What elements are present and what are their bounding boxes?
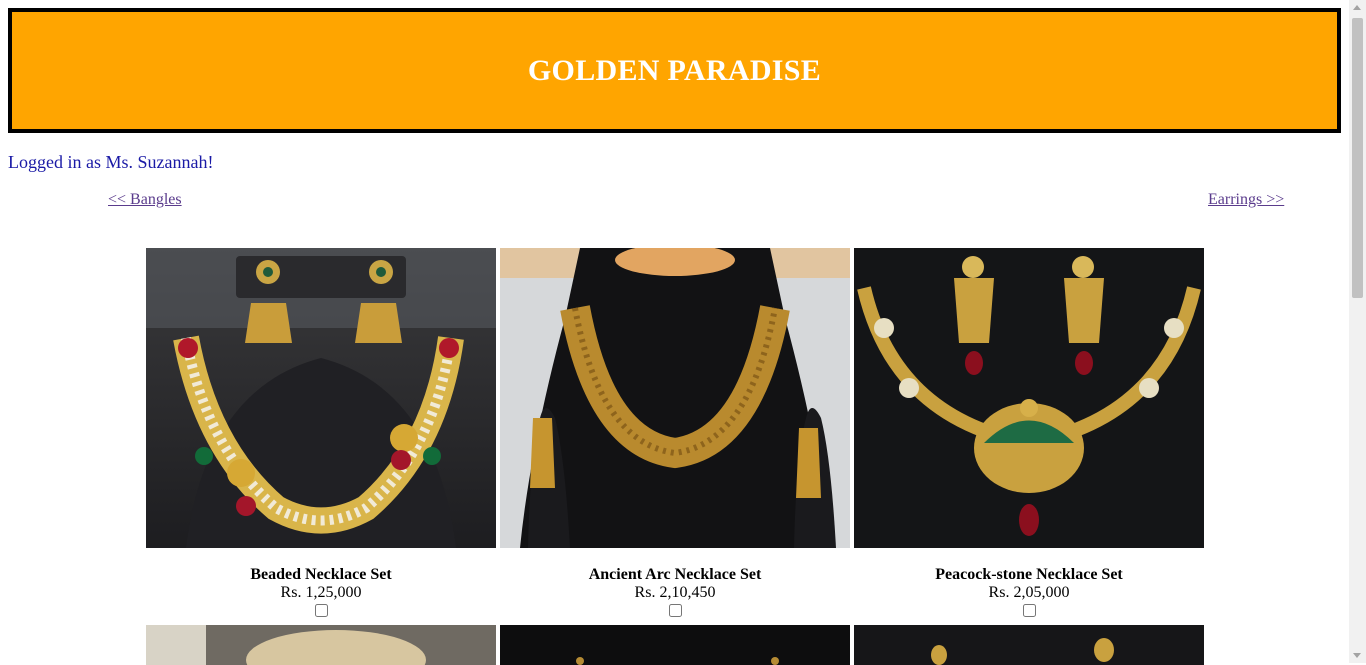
- product-name: Peacock-stone Necklace Set: [935, 566, 1123, 583]
- product-name: Ancient Arc Necklace Set: [588, 566, 762, 583]
- login-status: Logged in as Ms. Suzannah!: [8, 152, 214, 172]
- product-image-partial[interactable]: [500, 625, 850, 665]
- product-image-partial[interactable]: [146, 625, 496, 665]
- scrollbar-thumb[interactable]: [1352, 18, 1363, 298]
- product-select-checkbox[interactable]: [315, 604, 328, 617]
- prev-category-link[interactable]: << Bangles: [108, 191, 182, 209]
- product-image[interactable]: [854, 248, 1204, 548]
- product-price: Rs. 1,25,000: [280, 584, 362, 601]
- product-select-checkbox[interactable]: [1023, 604, 1036, 617]
- scroll-down-icon[interactable]: [1353, 653, 1361, 658]
- product-price: Rs. 2,10,450: [634, 584, 716, 601]
- product-price: Rs. 2,05,000: [988, 584, 1070, 601]
- vertical-scrollbar[interactable]: [1349, 0, 1366, 663]
- site-title: GOLDEN PARADISE: [527, 53, 822, 87]
- site-header: GOLDEN PARADISE: [8, 8, 1341, 133]
- product-name: Beaded Necklace Set: [250, 566, 392, 583]
- product-card: Beaded Necklace Set Rs. 1,25,000: [146, 248, 496, 623]
- product-image[interactable]: [146, 248, 496, 548]
- page: GOLDEN PARADISE Logged in as Ms. Suzanna…: [0, 0, 1349, 665]
- product-image[interactable]: [500, 248, 850, 548]
- product-card: Ancient Arc Necklace Set Rs. 2,10,450: [500, 248, 850, 623]
- scroll-up-icon[interactable]: [1353, 5, 1361, 10]
- product-image-partial[interactable]: [854, 625, 1204, 665]
- product-select-checkbox[interactable]: [669, 604, 682, 617]
- next-category-link[interactable]: Earrings >>: [1208, 191, 1284, 209]
- product-card: Peacock-stone Necklace Set Rs. 2,05,000: [854, 248, 1204, 623]
